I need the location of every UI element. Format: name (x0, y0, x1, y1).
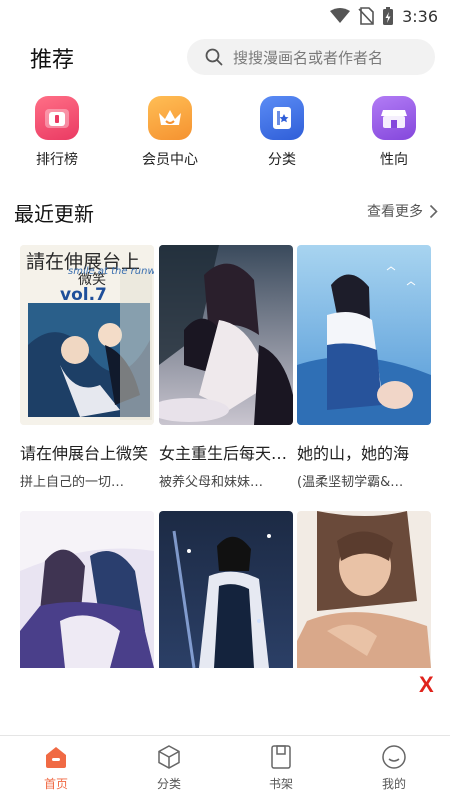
profile-icon (382, 745, 406, 769)
tab-category[interactable]: 分类 (129, 744, 209, 792)
crown-icon (148, 96, 192, 140)
no-sim-icon (358, 7, 374, 25)
ranking-icon (35, 96, 79, 140)
page-title: 推荐 (30, 48, 75, 73)
close-ad-button[interactable]: X (419, 672, 434, 698)
search-placeholder: 搜搜漫画名或者作者名 (233, 48, 384, 67)
search-input[interactable]: 搜搜漫画名或者作者名 (187, 39, 435, 75)
comic-card[interactable]: 女主重生后每天都在… 被养父母和妹妹… (159, 245, 297, 490)
tab-label: 首页 (43, 777, 68, 791)
chevron-right-icon (429, 204, 438, 218)
quick-nav-vip[interactable]: 会员中心 (130, 96, 210, 169)
comic-card[interactable] (159, 511, 293, 668)
quick-nav-category[interactable]: 分类 (242, 96, 322, 169)
cover-art (20, 511, 154, 668)
battery-charging-icon (383, 7, 394, 25)
comic-subtitle: 拼上自己的一切… (20, 475, 125, 490)
comic-cover[interactable] (20, 511, 154, 668)
quick-nav-label: 排行榜 (36, 152, 78, 168)
bottom-tab-bar: 首页 分类 书架 我的 (0, 735, 450, 800)
recent-updates-header: 最近更新 查看更多 (0, 196, 450, 226)
comic-card[interactable] (297, 511, 431, 668)
status-time: 3:36 (402, 6, 438, 26)
tab-label: 我的 (381, 777, 406, 791)
home-icon (46, 747, 66, 768)
status-bar: 3:36 (0, 0, 450, 32)
comic-card[interactable] (20, 511, 154, 668)
cover-art (297, 511, 431, 668)
tab-label: 书架 (268, 777, 293, 791)
cover-volume-text: vol.7 (60, 285, 107, 305)
comic-cover[interactable]: 請在伸展台上 微笑 smile at the runway vol.7 (20, 245, 154, 425)
quick-nav-label: 分类 (268, 152, 296, 168)
search-icon (205, 48, 223, 66)
cover-art (159, 511, 293, 668)
comic-title: 请在伸展台上微笑 (20, 444, 149, 463)
comic-cover[interactable] (159, 245, 293, 425)
tab-home[interactable]: 首页 (16, 744, 96, 792)
comic-title: 女主重生后每天都在… (159, 444, 297, 463)
status-icons: 3:36 (330, 6, 438, 26)
quick-nav: 排行榜 会员中心 分类 性向 (0, 96, 450, 172)
comic-card[interactable]: 請在伸展台上 微笑 smile at the runway vol.7 请在伸展… (20, 245, 154, 490)
shop-icon (372, 96, 416, 140)
tab-label: 分类 (156, 777, 181, 791)
tab-bookshelf[interactable]: 书架 (241, 744, 321, 792)
view-more-label: 查看更多 (367, 204, 423, 220)
comic-subtitle: 被养父母和妹妹… (159, 475, 264, 490)
bookshelf-icon (271, 745, 291, 769)
comic-subtitle: (温柔坚韧学霸&… (297, 475, 404, 490)
quick-nav-orientation[interactable]: 性向 (354, 96, 434, 169)
category-icon (260, 96, 304, 140)
quick-nav-label: 性向 (380, 152, 408, 168)
cover-art (159, 245, 293, 425)
comic-cover[interactable] (297, 245, 431, 425)
section-title: 最近更新 (14, 202, 94, 226)
cube-icon (158, 745, 180, 769)
comic-title: 她的山，她的海 (297, 444, 410, 463)
comic-cover[interactable] (297, 511, 431, 668)
quick-nav-label: 会员中心 (142, 152, 198, 168)
tab-profile[interactable]: 我的 (354, 744, 434, 792)
wifi-icon (330, 8, 351, 23)
cover-title-text: smile at the runway (68, 266, 154, 277)
view-more-link[interactable]: 查看更多 (367, 201, 438, 221)
cover-art (297, 245, 431, 425)
comic-cover[interactable] (159, 511, 293, 668)
quick-nav-ranking[interactable]: 排行榜 (17, 96, 97, 169)
header: 推荐 搜搜漫画名或者作者名 (0, 38, 450, 78)
comic-card[interactable]: 她的山，她的海 (温柔坚韧学霸&… (297, 245, 431, 490)
